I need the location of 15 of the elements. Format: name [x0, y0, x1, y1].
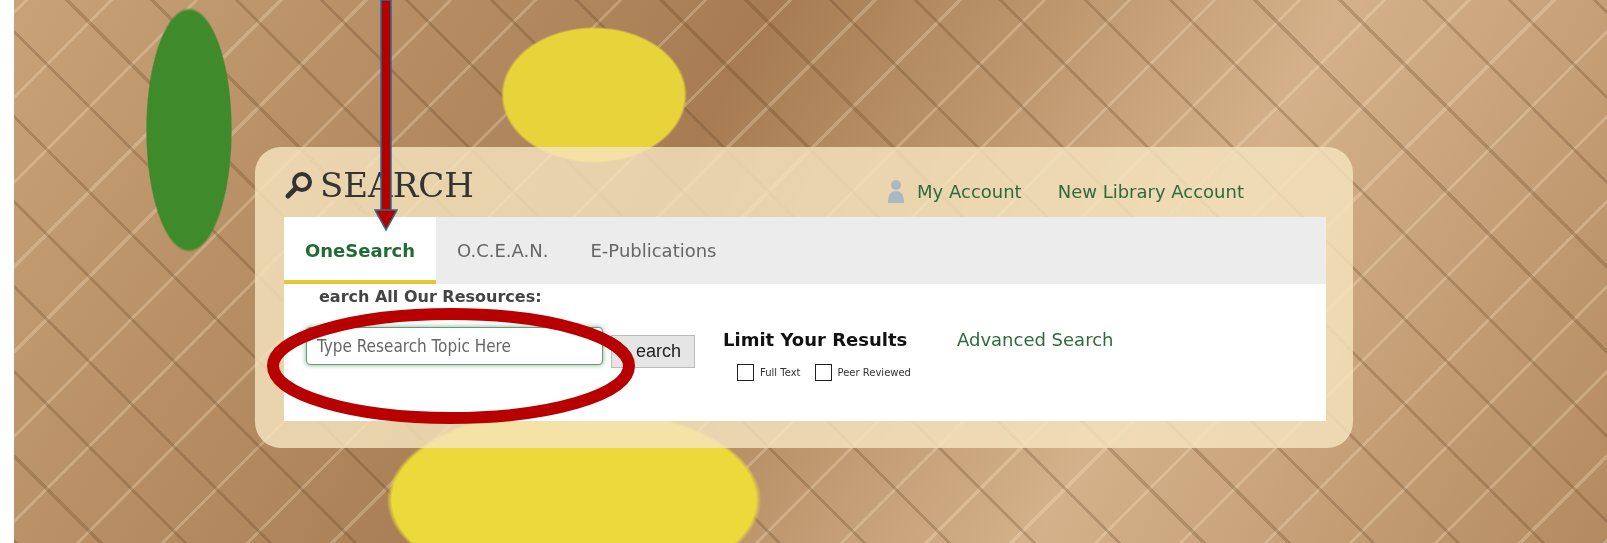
tab[interactable]: OneSearch — [284, 217, 436, 284]
tab[interactable]: E-Publications — [569, 217, 738, 284]
advanced-search-link[interactable]: Advanced Search — [956, 329, 1114, 350]
user-icon — [887, 179, 906, 203]
limit-heading: Limit Your Results — [723, 329, 909, 350]
checkbox[interactable] — [814, 364, 832, 381]
tab[interactable]: O.C.E.A.N. — [436, 217, 570, 284]
search-icon — [284, 170, 314, 200]
new-account-link[interactable]: New Library Account — [1057, 180, 1244, 202]
field-label: earch All Our Resources: — [318, 288, 543, 306]
search-field[interactable]: Type Research Topic Here — [306, 327, 603, 365]
checkbox[interactable] — [737, 364, 754, 381]
checkbox-label: Peer Reviewed — [837, 367, 911, 378]
checkbox-label: Full Text — [760, 367, 801, 378]
my-account-link[interactable]: My Account — [917, 180, 1022, 202]
